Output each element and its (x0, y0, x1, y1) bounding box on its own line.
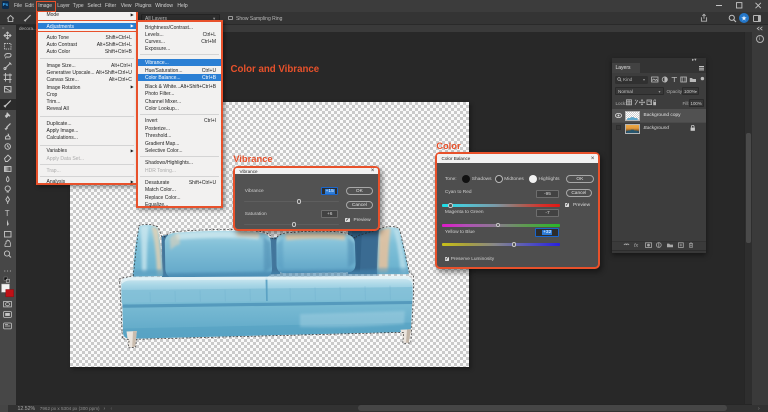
svg-text:fx: fx (634, 243, 638, 248)
